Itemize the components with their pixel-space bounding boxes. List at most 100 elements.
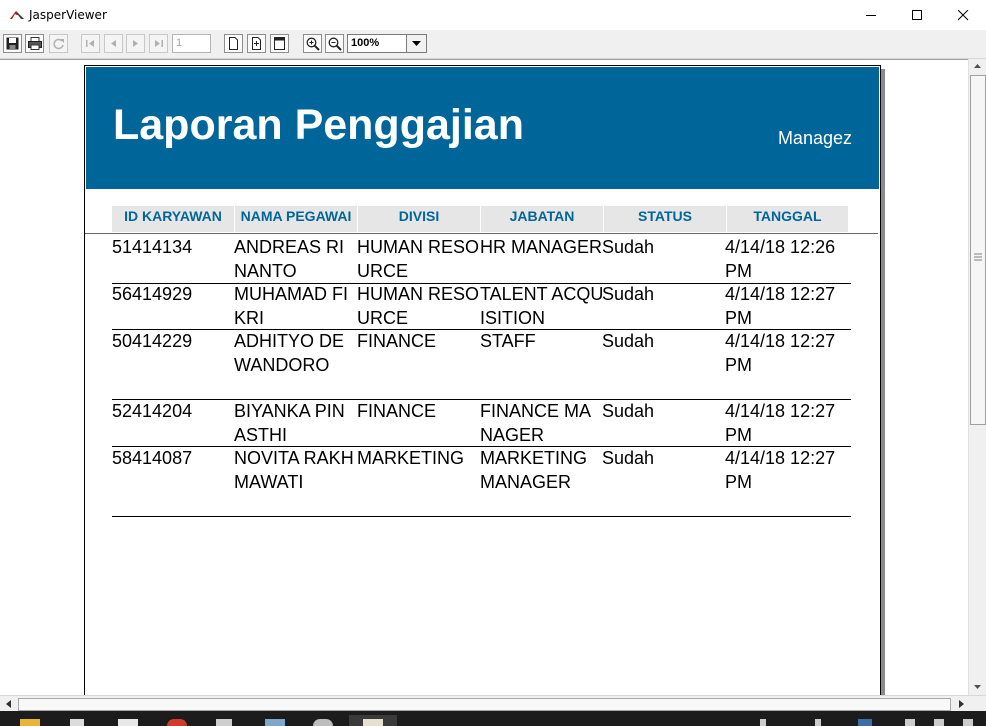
app-icon[interactable] [216,719,232,726]
fit-page-icon [252,37,261,50]
print-icon [28,37,42,50]
report-banner: Laporan Penggajian Managez [86,67,879,189]
cell-nama: MUHAMAD FIKRI [234,284,348,328]
cell-nama: ADHITYO DEWANDORO [234,331,345,375]
title-bar: JasperViewer [0,0,986,31]
fit-page-button[interactable] [247,34,266,53]
fit-width-icon [274,37,285,50]
cell-tanggal: 4/14/18 12:26 PM [725,237,836,281]
grip-icon [974,253,982,261]
first-page-icon [86,40,94,47]
scroll-down-button[interactable] [969,679,986,694]
cell-nama: BIYANKA PINASTHI [234,401,345,445]
zoom-dropdown-arrow[interactable] [406,35,426,52]
reload-icon [53,38,64,50]
close-button[interactable] [940,0,986,30]
actual-size-icon [229,37,238,50]
save-button[interactable] [3,34,22,53]
table-row: 52414204 BIYANKA PINASTHI FINANCE FINANC… [112,400,851,447]
previous-page-icon [111,40,116,47]
cell-tanggal: 4/14/18 12:27 PM [725,284,836,328]
cell-tanggal: 4/14/18 12:27 PM [725,448,836,492]
header-divider [85,233,878,234]
zoom-out-button[interactable] [325,34,344,53]
scroll-right-icon[interactable] [956,699,966,709]
cell-divisi: HUMAN RESOURCE [357,237,480,281]
app-icon[interactable] [70,719,84,726]
cell-jabatan: STAFF [480,331,536,351]
app-icon[interactable] [313,719,333,726]
app-icon[interactable] [167,719,187,726]
tray-icon[interactable] [815,719,821,726]
chevron-up-icon [974,64,981,68]
tray-icon[interactable] [934,719,944,726]
cell-divisi: FINANCE [357,331,437,351]
app-icon[interactable] [118,719,138,726]
vertical-scroll-thumb[interactable] [970,75,986,425]
col-header-jabatan: JABATAN [509,208,575,224]
cell-nama: NOVITA RAKHMAWATI [234,448,354,492]
cell-id: 52414204 [112,401,193,421]
vertical-scrollbar[interactable] [968,59,986,695]
chevron-down-icon [412,41,421,46]
tray-icon[interactable] [858,719,872,726]
tray-icon[interactable] [905,719,915,726]
zoom-in-icon [306,37,320,51]
page-number-input[interactable]: 1 [172,34,211,53]
print-button[interactable] [25,34,44,53]
chevron-down-icon [974,685,981,689]
table-row: 58414087 NOVITA RAKHMAWATI MARKETING MAR… [112,447,851,517]
actual-size-button[interactable] [224,34,243,53]
tray-icon[interactable] [963,719,973,726]
table-row: 50414229 ADHITYO DEWANDORO FINANCE STAFF… [112,330,851,400]
previous-page-button[interactable] [104,34,123,53]
last-page-button[interactable] [149,34,168,53]
column-header: ID KARYAWAN NAMA PEGAWAI DIVISI JABATAN … [112,206,848,232]
cell-divisi: MARKETING [357,448,465,468]
cell-jabatan: HR MANAGER [480,237,603,257]
cell-id: 56414929 [112,284,193,304]
horizontal-scroll-thumb[interactable] [18,698,951,711]
fit-width-button[interactable] [270,34,289,53]
app-icon[interactable] [265,719,285,726]
folder-icon[interactable] [20,719,40,726]
cell-jabatan: FINANCE MANAGER [480,401,592,445]
col-header-tanggal: TANGGAL [753,208,822,224]
first-page-button[interactable] [81,34,100,53]
minimize-icon [866,15,876,16]
cell-divisi: FINANCE [357,401,437,421]
reload-button[interactable] [49,34,68,53]
minimize-button[interactable] [848,0,894,30]
taskbar [0,711,986,726]
cell-tanggal: 4/14/18 12:27 PM [725,331,836,375]
cell-status: Sudah [602,331,655,351]
cell-id: 58414087 [112,448,193,468]
save-icon [6,37,19,50]
scroll-left-icon[interactable] [4,699,14,709]
tray-icon[interactable] [760,719,766,726]
report-title: Laporan Penggajian [113,101,524,149]
cell-status: Sudah [602,401,655,421]
cell-jabatan: TALENT ACQUISITION [480,284,604,328]
col-header-divisi: DIVISI [398,208,440,224]
col-header-nama: NAMA PEGAWAI [240,208,352,224]
table-row: 51414134 ANDREAS RINANTO HUMAN RESOURCE … [112,236,851,284]
col-header-id: ID KARYAWAN [124,208,222,224]
next-page-icon [133,40,138,47]
next-page-button[interactable] [126,34,145,53]
report-page: Laporan Penggajian Managez ID KARYAWAN N… [84,65,881,707]
cell-id: 51414134 [112,237,193,257]
maximize-icon [912,10,922,20]
cell-status: Sudah [602,284,655,304]
scroll-up-button[interactable] [969,59,986,74]
horizontal-scrollbar[interactable] [0,695,986,712]
cell-status: Sudah [602,237,655,257]
window-title: JasperViewer [29,8,107,22]
zoom-select[interactable]: 100% [347,34,427,53]
report-org: Managez [777,128,852,148]
close-icon [958,10,969,21]
table-row: 56414929 MUHAMAD FIKRI HUMAN RESOURCE TA… [112,283,851,330]
zoom-in-button[interactable] [303,34,322,53]
maximize-button[interactable] [894,0,940,30]
cell-jabatan: MARKETING MANAGER [480,448,588,492]
